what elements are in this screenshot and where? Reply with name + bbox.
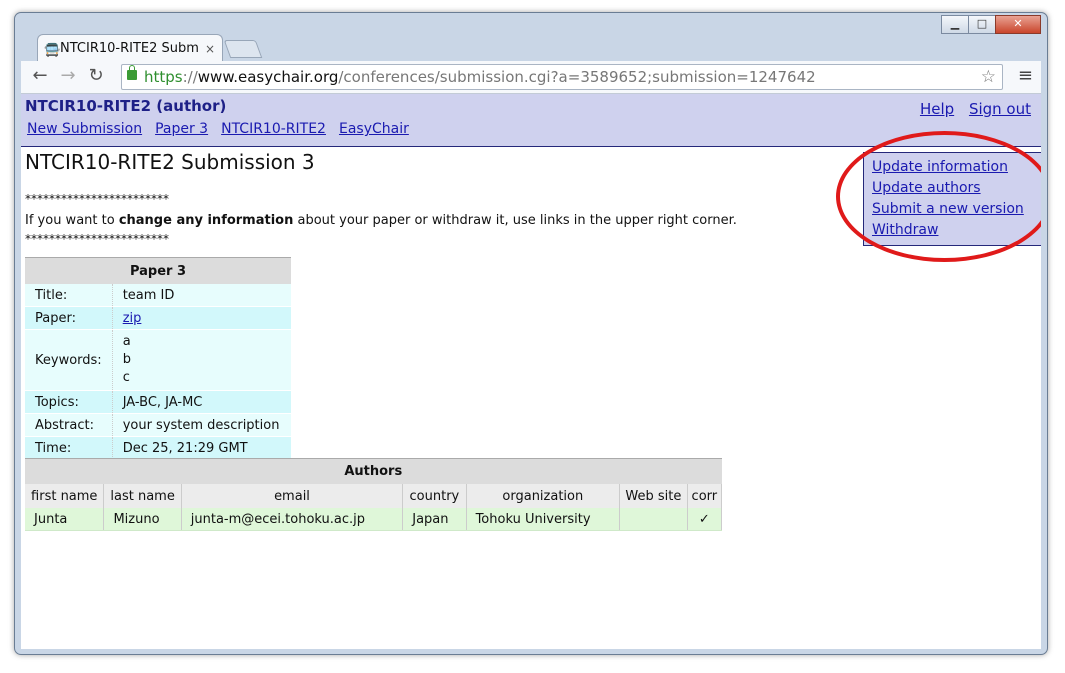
paper-table: Paper 3 Title: team ID Paper: zip Keywords… bbox=[25, 257, 291, 460]
stars-divider-bottom: ************************ bbox=[25, 232, 169, 246]
keyword-item: a bbox=[122, 334, 131, 349]
header-right-links: Help Sign out bbox=[910, 100, 1031, 118]
sign-out-link[interactable]: Sign out bbox=[969, 100, 1031, 118]
stars-divider-top: ************************ bbox=[25, 192, 169, 206]
column-header: organization bbox=[466, 484, 621, 508]
table-row: Paper: zip bbox=[25, 306, 291, 330]
window-controls: ▁ □ ✕ bbox=[941, 15, 1041, 34]
info-text-bold: change any information bbox=[118, 213, 294, 228]
column-header: first name bbox=[25, 484, 105, 508]
reload-icon[interactable]: ↻ bbox=[85, 65, 107, 86]
topics-value: JA-BC, JA-MC bbox=[112, 390, 291, 414]
easychair-header: NTCIR10-RITE2 (author) New Submission Pap… bbox=[21, 94, 1041, 147]
browser-window: ▁ □ ✕ 🚍 NTCIR10-RITE2 Submis × ← → ↻ htt… bbox=[14, 12, 1048, 655]
table-row: Title: team ID bbox=[25, 284, 291, 307]
keyword-item: c bbox=[122, 370, 130, 385]
table-row: Abstract: your system description bbox=[25, 413, 291, 437]
keyword-item: b bbox=[122, 352, 131, 367]
author-first-name: Junta bbox=[25, 508, 105, 531]
minimize-button[interactable]: ▁ bbox=[941, 15, 969, 34]
url-host: www.easychair.org bbox=[197, 68, 339, 86]
url-separator: :// bbox=[182, 68, 198, 86]
info-text: If you want to change any information ab… bbox=[25, 213, 737, 228]
keywords-label: Keywords: bbox=[25, 329, 113, 391]
time-label: Time: bbox=[25, 436, 113, 460]
help-link[interactable]: Help bbox=[920, 100, 954, 118]
abstract-label: Abstract: bbox=[25, 413, 113, 437]
column-header: country bbox=[402, 484, 467, 508]
authors-header-row: first name last name email country organ… bbox=[25, 484, 723, 508]
browser-tab[interactable]: 🚍 NTCIR10-RITE2 Submis × bbox=[37, 34, 223, 63]
bookmark-star-icon[interactable]: ☆ bbox=[981, 65, 996, 89]
authors-table: Authors first name last name email count… bbox=[25, 458, 723, 531]
author-website bbox=[619, 508, 688, 531]
back-icon[interactable]: ← bbox=[29, 65, 51, 86]
info-text-pre: If you want to bbox=[25, 213, 119, 228]
paper-label: Paper: bbox=[25, 306, 113, 330]
nav-new-submission[interactable]: New Submission bbox=[27, 121, 142, 137]
nav-conference[interactable]: NTCIR10-RITE2 bbox=[221, 121, 326, 137]
url-path: /conferences/submission.cgi?a=3589652;su… bbox=[338, 68, 816, 86]
author-email: junta-m@ecei.tohoku.ac.jp bbox=[181, 508, 404, 531]
abstract-value: your system description bbox=[112, 413, 291, 437]
column-header: corr bbox=[687, 484, 723, 508]
tab-title: NTCIR10-RITE2 Submis bbox=[60, 41, 200, 56]
header-nav: New Submission Paper 3 NTCIR10-RITE2 EasyCh… bbox=[27, 121, 422, 137]
title-label: Title: bbox=[25, 284, 113, 307]
forward-icon[interactable]: → bbox=[57, 65, 79, 86]
author-organization: Tohoku University bbox=[466, 508, 621, 531]
column-header: email bbox=[181, 484, 404, 508]
column-header: last name bbox=[103, 484, 182, 508]
table-row: Junta Mizuno junta-m@ecei.tohoku.ac.jp J… bbox=[25, 508, 723, 531]
paper-zip-link[interactable]: zip bbox=[123, 311, 142, 326]
author-last-name: Mizuno bbox=[103, 508, 182, 531]
page-content: NTCIR10-RITE2 (author) New Submission Pap… bbox=[21, 94, 1041, 649]
authors-table-caption: Authors bbox=[25, 458, 722, 484]
new-tab-button[interactable] bbox=[223, 40, 263, 58]
nav-easychair[interactable]: EasyChair bbox=[339, 121, 409, 137]
paper-table-caption: Paper 3 bbox=[25, 257, 291, 284]
table-row: Keywords: a b c bbox=[25, 329, 291, 391]
table-row: Topics: JA-BC, JA-MC bbox=[25, 390, 291, 414]
info-text-post: about your paper or withdraw it, use lin… bbox=[293, 213, 737, 228]
author-country: Japan bbox=[402, 508, 467, 531]
title-value: team ID bbox=[112, 284, 291, 307]
table-row: Time: Dec 25, 21:29 GMT bbox=[25, 436, 291, 460]
browser-toolbar: ← → ↻ https://www.easychair.org/conferen… bbox=[21, 61, 1041, 94]
menu-icon[interactable]: ≡ bbox=[1018, 65, 1033, 86]
column-header: Web site bbox=[619, 484, 688, 508]
conference-brand: NTCIR10-RITE2 (author) bbox=[25, 97, 227, 115]
close-window-button[interactable]: ✕ bbox=[995, 15, 1041, 34]
nav-paper-3[interactable]: Paper 3 bbox=[155, 121, 208, 137]
tab-close-icon[interactable]: × bbox=[205, 35, 215, 63]
corresponding-check-icon: ✓ bbox=[687, 508, 723, 531]
page-title: NTCIR10-RITE2 Submission 3 bbox=[25, 150, 315, 174]
address-bar[interactable]: https://www.easychair.org/conferences/su… bbox=[121, 64, 1003, 90]
lock-icon bbox=[127, 65, 137, 80]
maximize-button[interactable]: □ bbox=[968, 15, 996, 34]
topics-label: Topics: bbox=[25, 390, 113, 414]
red-highlight-circle bbox=[836, 131, 1041, 262]
time-value: Dec 25, 21:29 GMT bbox=[112, 436, 291, 460]
url-scheme: https bbox=[144, 68, 183, 86]
